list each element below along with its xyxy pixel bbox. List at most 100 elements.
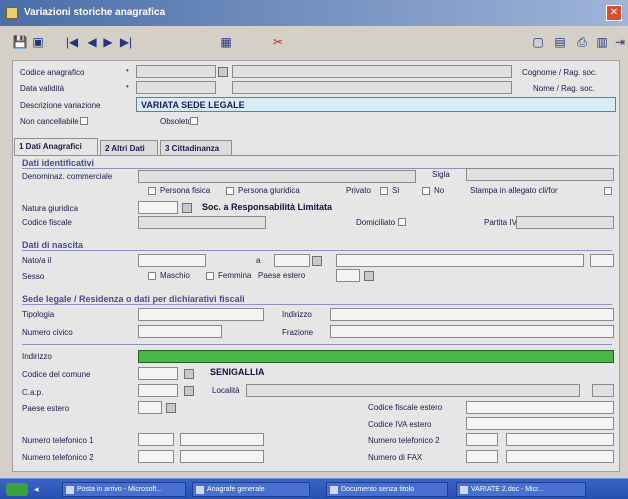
tab-altri-dati[interactable]: 2 Altri Dati: [100, 140, 158, 156]
word-icon: [460, 486, 468, 494]
tab-dati-anagrafici[interactable]: 1 Dati Anagrafici: [14, 138, 98, 156]
codice-anagrafico-input[interactable]: [136, 65, 216, 78]
next-record-icon[interactable]: ▶: [100, 34, 116, 50]
codice-iva-estero-input[interactable]: [466, 417, 614, 430]
lookup-icon[interactable]: [218, 67, 228, 77]
window-title-bar: Variazioni storiche anagrafica: [0, 0, 628, 26]
natura-giuridica-lookup-icon[interactable]: [182, 203, 192, 213]
tel2-number-input[interactable]: [180, 450, 264, 463]
sigla-input[interactable]: [466, 168, 614, 181]
persona-giuridica-radio[interactable]: [226, 187, 234, 195]
copy-icon[interactable]: ▢: [530, 34, 546, 50]
data-validita-input[interactable]: [136, 81, 216, 94]
taskbar-label: Documento senza titolo: [341, 486, 415, 493]
taskbar-item-anagrafe[interactable]: Anagrafe generale: [192, 482, 310, 497]
data-validita-label: Data validità: [20, 84, 65, 93]
provincia-nascita-input[interactable]: [590, 254, 614, 267]
privato-si-radio[interactable]: [380, 187, 388, 195]
numero-civico-input[interactable]: [138, 325, 222, 338]
required-marker: •: [126, 66, 129, 75]
paese-estero-res-label: Paese estero: [22, 404, 70, 413]
privato-no-radio[interactable]: [422, 187, 430, 195]
fax-label: Numero di FAX: [368, 453, 423, 462]
tipologia-label: Tipologia: [22, 310, 55, 319]
window-title: Variazioni storiche anagrafica: [24, 7, 166, 18]
cap-input[interactable]: [138, 384, 178, 397]
tel1-number-input[interactable]: [180, 433, 264, 446]
indirizzo-input[interactable]: [138, 350, 614, 363]
document-icon: [330, 486, 338, 494]
last-record-icon[interactable]: ▶|: [118, 34, 134, 50]
natura-giuridica-input[interactable]: [138, 201, 178, 214]
taskbar-label: Anagrafe generale: [207, 486, 265, 493]
grid-icon[interactable]: ▦: [218, 34, 234, 50]
exit-icon[interactable]: ⇥: [612, 34, 628, 50]
comune-value: SENIGALLIA: [210, 367, 265, 377]
fax-number-input[interactable]: [506, 450, 614, 463]
close-button[interactable]: ✕: [606, 5, 622, 21]
tipologia-input[interactable]: [138, 308, 264, 321]
maschio-radio[interactable]: [148, 272, 156, 280]
provincia-input[interactable]: [592, 384, 614, 397]
preview-icon[interactable]: ▥: [594, 34, 610, 50]
localita-input[interactable]: [246, 384, 580, 397]
save-all-icon[interactable]: ▣: [30, 34, 46, 50]
obsoleto-checkbox[interactable]: [190, 117, 198, 125]
list-icon[interactable]: ▤: [552, 34, 568, 50]
tel1-prefix-input[interactable]: [138, 433, 174, 446]
required-marker-2: •: [126, 82, 129, 91]
indirizzo-sede-input[interactable]: [330, 308, 614, 321]
tab-divider: [14, 155, 618, 156]
codice-comune-lookup-icon[interactable]: [184, 369, 194, 379]
tel2b-number-input[interactable]: [506, 433, 614, 446]
paese-estero-lookup-icon[interactable]: [364, 271, 374, 281]
save-icon[interactable]: 💾: [12, 34, 28, 50]
frazione-input[interactable]: [330, 325, 614, 338]
residenza-divider: [22, 344, 612, 345]
stampa-label: Stampa in allegato cli/for: [470, 186, 558, 195]
sigla-label: Sigla: [432, 170, 450, 179]
paese-estero-input[interactable]: [336, 269, 360, 282]
comune-nascita-code-input[interactable]: [274, 254, 310, 267]
comune-nascita-input[interactable]: [336, 254, 584, 267]
taskbar: ◂ Posta in arrivo - Microsoft... Anagraf…: [0, 478, 628, 499]
stampa-checkbox[interactable]: [604, 187, 612, 195]
indirizzo-sede-label: Indirizzo: [282, 310, 312, 319]
paese-estero-res-lookup-icon[interactable]: [166, 403, 176, 413]
tab-cittadinanza[interactable]: 3 Cittadinanza: [160, 140, 232, 156]
taskbar-item-documento[interactable]: Documento senza titolo: [326, 482, 448, 497]
indirizzo-label: Indirizzo: [22, 352, 52, 361]
femmina-radio[interactable]: [206, 272, 214, 280]
first-record-icon[interactable]: |◀: [64, 34, 80, 50]
persona-fisica-radio[interactable]: [148, 187, 156, 195]
domiciliato-checkbox[interactable]: [398, 218, 406, 226]
femmina-label: Femmina: [218, 271, 252, 280]
quicklaunch-icon[interactable]: ◂: [34, 484, 44, 494]
delete-icon[interactable]: ✂: [270, 34, 286, 50]
codice-fiscale-estero-input[interactable]: [466, 401, 614, 414]
codice-comune-input[interactable]: [138, 367, 178, 380]
start-button[interactable]: [6, 483, 28, 496]
comune-nascita-lookup-icon[interactable]: [312, 256, 322, 266]
tel2b-prefix-input[interactable]: [466, 433, 498, 446]
cap-lookup-icon[interactable]: [184, 386, 194, 396]
partita-iva-input[interactable]: [516, 216, 614, 229]
fax-prefix-input[interactable]: [466, 450, 498, 463]
non-cancellabile-checkbox[interactable]: [80, 117, 88, 125]
prev-record-icon[interactable]: ◀: [84, 34, 100, 50]
mail-icon: [66, 486, 74, 494]
taskbar-item-word[interactable]: VARIATE 2.doc - Micr...: [456, 482, 586, 497]
a-label: a: [256, 256, 261, 265]
taskbar-item-posta[interactable]: Posta in arrivo - Microsoft...: [62, 482, 186, 497]
denominazione-input[interactable]: [138, 170, 416, 183]
codice-fiscale-input[interactable]: [138, 216, 266, 229]
section-sede-legale: Sede legale / Residenza o dati per dichi…: [22, 294, 612, 305]
descrizione-variazione-input[interactable]: VARIATA SEDE LEGALE: [136, 97, 616, 112]
obsoleto-label: Obsoleto: [160, 117, 193, 126]
paese-estero-res-input[interactable]: [138, 401, 162, 414]
tel2-prefix-input[interactable]: [138, 450, 174, 463]
si-label: Sì: [392, 186, 400, 195]
nome-label: Nome / Rag. soc.: [533, 84, 595, 93]
print-icon[interactable]: ⎙: [574, 34, 590, 50]
data-nascita-input[interactable]: [138, 254, 206, 267]
